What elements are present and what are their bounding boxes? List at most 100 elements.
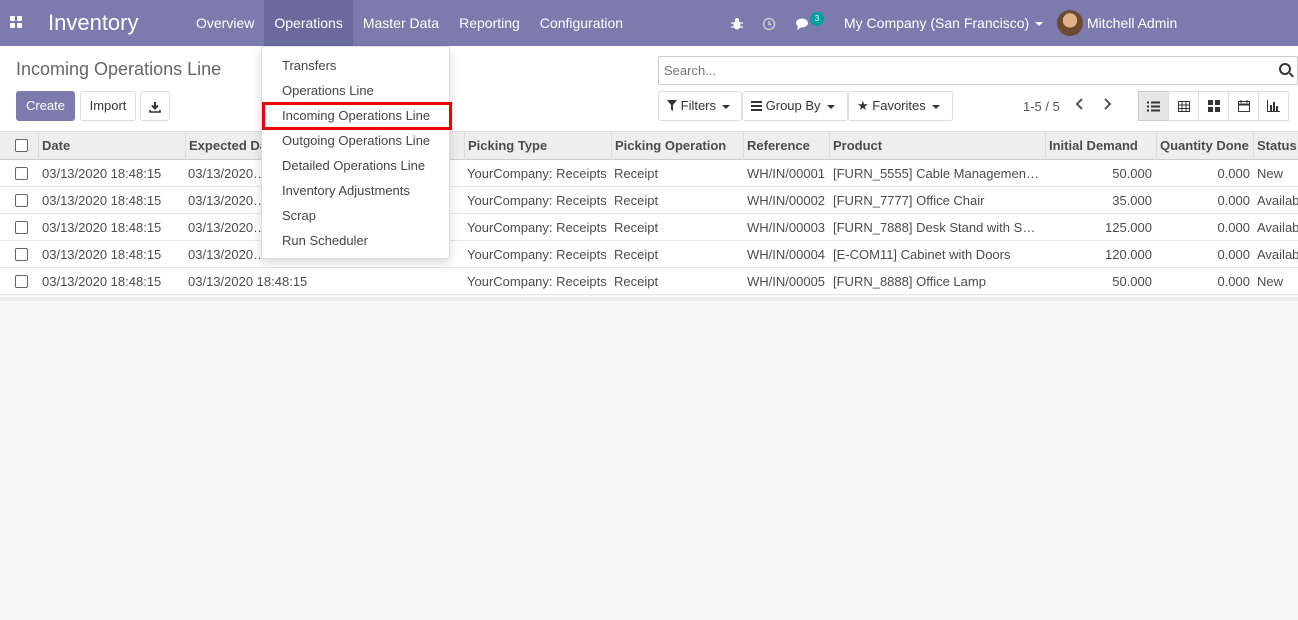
column-header-quantity-done[interactable]: Quantity Done [1156, 132, 1253, 160]
dropdown-item-run-scheduler[interactable]: Run Scheduler [282, 231, 368, 251]
list-bars-icon [751, 101, 762, 111]
cell-date: 03/13/2020 18:48:15 [42, 193, 162, 208]
pivot-view-icon[interactable] [1168, 91, 1199, 121]
create-button[interactable]: Create [16, 91, 75, 121]
cell-initial-demand: 50.000 [1112, 274, 1152, 289]
row-checkbox[interactable] [15, 167, 28, 180]
chevron-down-icon [722, 104, 731, 109]
activity-clock-icon[interactable] [762, 0, 776, 46]
cell-expected-date: 03/13/2020 18:48:15 [188, 193, 268, 208]
dropdown-item-scrap[interactable]: Scrap [282, 206, 316, 226]
cell-product: [E-COM11] Cabinet with Doors [833, 247, 1011, 262]
cell-status: Available [1257, 193, 1298, 208]
column-header-product[interactable]: Product [829, 132, 1045, 160]
company-switcher[interactable]: My Company (San Francisco) [844, 0, 1044, 46]
download-icon [149, 101, 161, 113]
kanban-view-icon[interactable] [1198, 91, 1229, 121]
table-row[interactable]: 03/13/2020 18:48:15 03/13/2020 18:48:15 … [0, 214, 1298, 241]
cell-quantity-done: 0.000 [1217, 247, 1250, 262]
search-icon[interactable] [1279, 63, 1291, 75]
pager-previous-icon[interactable] [1072, 97, 1088, 113]
cell-status: New [1257, 166, 1284, 181]
filters-button[interactable]: Filters [658, 91, 742, 121]
filter-icon [667, 100, 677, 111]
dropdown-item-transfers[interactable]: Transfers [282, 56, 336, 76]
cell-product: [FURN_7777] Office Chair [833, 193, 985, 208]
top-navbar: Inventory Overview Operations Master Dat… [0, 0, 1298, 77]
group-by-button[interactable]: Group By [742, 91, 848, 121]
cell-picking-operation: Receipt [614, 220, 659, 235]
list-view-icon[interactable] [1138, 91, 1169, 121]
pager-value[interactable]: 1-5 / 5 [1023, 99, 1060, 114]
cell-picking-type: YourCompany: Receipts [467, 193, 607, 208]
chevron-down-icon [826, 104, 835, 109]
menu-reporting[interactable]: Reporting [449, 0, 530, 46]
cell-picking-type: YourCompany: Receipts [467, 247, 607, 262]
chevron-down-icon [931, 104, 940, 109]
cell-picking-operation: Receipt [614, 193, 659, 208]
messages-icon[interactable] [795, 0, 811, 46]
calendar-view-icon[interactable] [1228, 91, 1259, 121]
cell-status: Available [1257, 220, 1298, 235]
menu-overview[interactable]: Overview [186, 0, 264, 46]
view-switcher [1138, 91, 1289, 121]
favorites-button[interactable]: ★ Favorites [848, 91, 953, 121]
graph-view-icon[interactable] [1258, 91, 1289, 121]
table-row[interactable]: 03/13/2020 18:48:15 03/13/2020 18:48:15 … [0, 187, 1298, 214]
cell-product: [FURN_8888] Office Lamp [833, 274, 986, 289]
cell-quantity-done: 0.000 [1217, 166, 1250, 181]
dropdown-item-inventory-adjustments[interactable]: Inventory Adjustments [282, 181, 410, 201]
highlight-box [262, 102, 452, 130]
column-header-initial-demand[interactable]: Initial Demand [1045, 132, 1156, 160]
table-row[interactable]: 03/13/2020 18:48:15 03/13/2020 18:48:15 … [0, 268, 1298, 295]
cell-reference: WH/IN/00002 [747, 193, 826, 208]
cell-expected-date: 03/13/2020 18:48:15 [188, 247, 268, 262]
import-button[interactable]: Import [80, 91, 136, 121]
table-row[interactable]: 03/13/2020 18:48:15 03/13/2020 18:48:15 … [0, 160, 1298, 187]
menu-configuration[interactable]: Configuration [530, 0, 633, 46]
select-all-checkbox[interactable] [15, 139, 28, 152]
row-checkbox[interactable] [15, 221, 28, 234]
dropdown-item-operations-line[interactable]: Operations Line [282, 81, 374, 101]
user-avatar[interactable] [1057, 10, 1083, 36]
table-row[interactable]: 03/13/2020 18:48:15 03/13/2020 18:48:15 … [0, 241, 1298, 268]
column-header-status[interactable]: Status [1253, 132, 1298, 160]
table-header: Date Expected Date Picking Type Picking … [0, 132, 1298, 160]
cell-initial-demand: 50.000 [1112, 166, 1152, 181]
bug-icon[interactable] [730, 0, 744, 46]
column-header-date[interactable]: Date [38, 132, 184, 160]
messages-count-badge: 3 [810, 12, 824, 26]
cell-picking-type: YourCompany: Receipts [467, 274, 607, 289]
row-checkbox[interactable] [15, 248, 28, 261]
download-button[interactable] [140, 91, 170, 121]
column-header-reference[interactable]: Reference [743, 132, 829, 160]
cell-date: 03/13/2020 18:48:15 [42, 166, 162, 181]
cell-reference: WH/IN/00001 [747, 166, 826, 181]
cell-expected-date: 03/13/2020 18:48:15 [188, 220, 268, 235]
row-checkbox[interactable] [15, 275, 28, 288]
app-brand[interactable]: Inventory [48, 10, 139, 36]
cell-date: 03/13/2020 18:48:15 [42, 220, 162, 235]
search-input[interactable] [659, 57, 1259, 84]
apps-menu-icon[interactable] [10, 16, 22, 28]
cell-date: 03/13/2020 18:48:15 [42, 247, 162, 262]
menu-operations[interactable]: Operations [264, 0, 353, 46]
user-menu[interactable]: Mitchell Admin (sh_all_views_13c) [1087, 0, 1298, 77]
cell-picking-type: YourCompany: Receipts [467, 220, 607, 235]
row-checkbox[interactable] [15, 194, 28, 207]
page-title: Incoming Operations Line [16, 59, 222, 79]
column-header-picking-operation[interactable]: Picking Operation [611, 132, 743, 160]
cell-date: 03/13/2020 18:48:15 [42, 274, 162, 289]
search-box[interactable] [658, 56, 1298, 85]
table-footer [0, 297, 1298, 301]
dropdown-item-detailed-operations-line[interactable]: Detailed Operations Line [282, 156, 425, 176]
pager-next-icon[interactable] [1099, 97, 1115, 113]
dropdown-item-outgoing-operations-line[interactable]: Outgoing Operations Line [282, 131, 430, 151]
column-header-picking-type[interactable]: Picking Type [464, 132, 611, 160]
filters-label: Filters [680, 98, 717, 113]
menu-master-data[interactable]: Master Data [353, 0, 449, 46]
group-by-label: Group By [765, 98, 821, 113]
cell-initial-demand: 125.000 [1105, 220, 1152, 235]
cell-product: [FURN_5555] Cable Management Box [833, 166, 1040, 181]
cell-initial-demand: 35.000 [1112, 193, 1152, 208]
